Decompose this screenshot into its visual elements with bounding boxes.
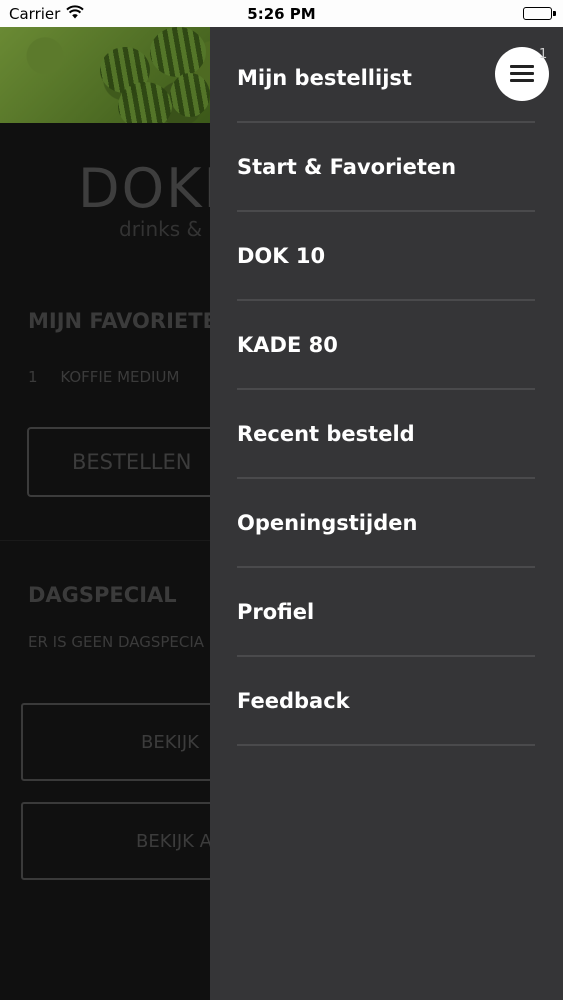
dagspecial-text: ER IS GEEN DAGSPECIA bbox=[28, 633, 205, 651]
menu-item-label: Openingstijden bbox=[237, 510, 418, 535]
hamburger-icon bbox=[510, 65, 534, 83]
dagspecial-title: DAGSPECIAL bbox=[28, 583, 177, 607]
menu-item-profiel[interactable]: Profiel bbox=[237, 568, 535, 657]
menu-item-dok-10[interactable]: DOK 10 bbox=[237, 212, 535, 301]
menu-item-label: Profiel bbox=[237, 599, 315, 624]
status-bar: Carrier 5:26 PM bbox=[0, 0, 563, 27]
menu-item-label: DOK 10 bbox=[237, 243, 326, 268]
menu-item-openingstijden[interactable]: Openingstijden bbox=[237, 479, 535, 568]
battery-icon bbox=[523, 7, 556, 20]
menu-item-kade-80[interactable]: KADE 80 bbox=[237, 301, 535, 390]
brand-tagline: drinks & bbox=[119, 217, 203, 241]
menu-list: Mijn bestellijst Start & Favorieten DOK … bbox=[237, 34, 535, 746]
menu-item-feedback[interactable]: Feedback bbox=[237, 657, 535, 746]
favorites-title: MIJN FAVORIETE bbox=[28, 309, 217, 333]
brand-logo: DOKI bbox=[78, 157, 222, 220]
menu-item-label: Feedback bbox=[237, 688, 350, 713]
cart-count-badge: 1 bbox=[539, 47, 548, 62]
menu-item-start-favorieten[interactable]: Start & Favorieten bbox=[237, 123, 535, 212]
favorite-item-qty: 1 bbox=[28, 368, 38, 386]
clock: 5:26 PM bbox=[247, 5, 316, 23]
menu-item-label: KADE 80 bbox=[237, 332, 338, 357]
menu-item-recent-besteld[interactable]: Recent besteld bbox=[237, 390, 535, 479]
menu-item-mijn-bestellijst[interactable]: Mijn bestellijst bbox=[237, 34, 535, 123]
favorite-item-name: KOFFIE MEDIUM bbox=[60, 368, 180, 386]
favorite-item: 1 KOFFIE MEDIUM bbox=[28, 368, 179, 386]
menu-item-label: Start & Favorieten bbox=[237, 154, 457, 179]
side-menu-drawer: Mijn bestellijst Start & Favorieten DOK … bbox=[210, 27, 563, 1000]
menu-item-label: Mijn bestellijst bbox=[237, 65, 412, 90]
menu-item-label: Recent besteld bbox=[237, 421, 415, 446]
